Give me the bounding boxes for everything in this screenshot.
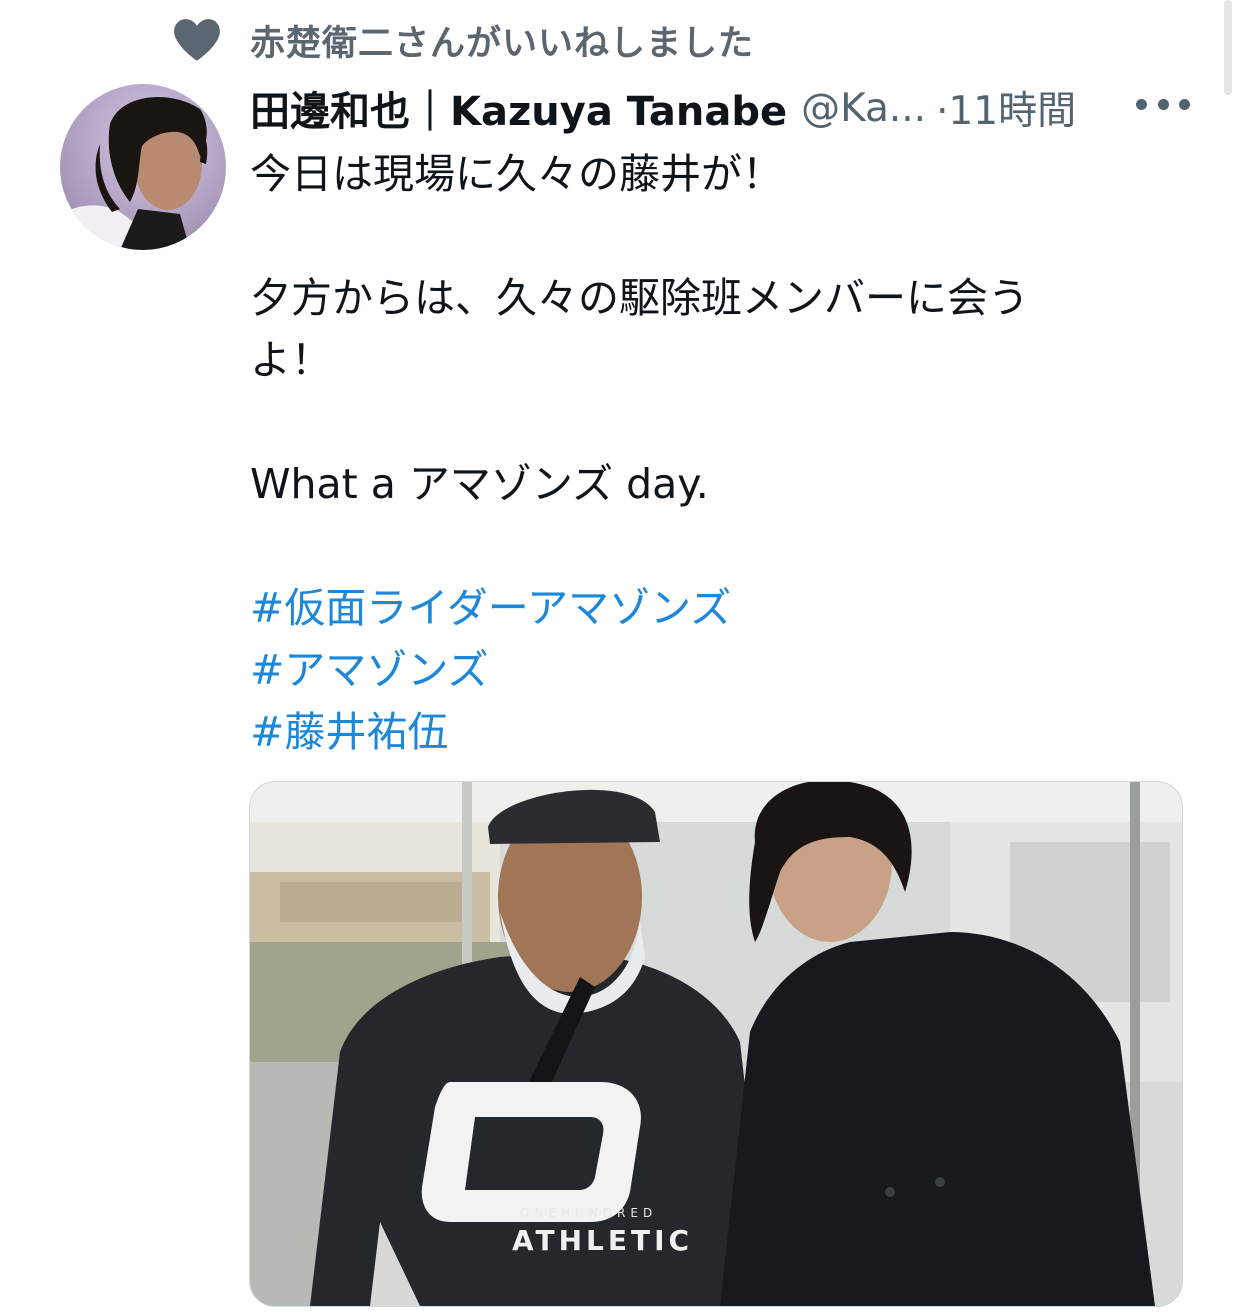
tweet-photo[interactable]: ONEHUNDRED ATHLETIC	[249, 781, 1183, 1307]
heart-icon	[174, 19, 220, 61]
more-options-icon[interactable]	[1136, 84, 1190, 124]
text-line: よ！	[250, 336, 332, 384]
text-line: 今日は現場に久々の藤井が！	[250, 150, 783, 198]
hashtag-link[interactable]: #アマゾンズ	[250, 639, 1150, 701]
context-text: 赤楚衛二さんがいいねしました	[250, 23, 755, 64]
shirt-print-2: ATHLETIC	[512, 1224, 693, 1257]
scrollbar[interactable]	[1224, 0, 1232, 95]
hashtag-link[interactable]: #仮面ライダーアマゾンズ	[250, 577, 1150, 639]
social-context: 赤楚衛二さんがいいねしました	[172, 12, 754, 68]
text-line: 夕方からは、久々の駆除班メンバーに会う	[250, 274, 1029, 322]
author-handle[interactable]: @Ka...	[801, 86, 926, 131]
text-line: What a アマゾンズ day.	[250, 460, 709, 508]
hashtag-link[interactable]: #藤井祐伍	[250, 701, 1150, 763]
avatar[interactable]	[60, 84, 226, 250]
tweet-time[interactable]: ·11時間	[936, 80, 1076, 136]
tweet-text: 今日は現場に久々の藤井が！ 夕方からは、久々の駆除班メンバーに会う よ！ Wha…	[250, 143, 1150, 763]
shirt-print-1: ONEHUNDRED	[520, 1206, 657, 1220]
author-name[interactable]: 田邊和也｜Kazuya Tanabe	[250, 79, 787, 137]
tweet-header: 田邊和也｜Kazuya Tanabe @Ka... ·11時間	[250, 78, 1190, 138]
